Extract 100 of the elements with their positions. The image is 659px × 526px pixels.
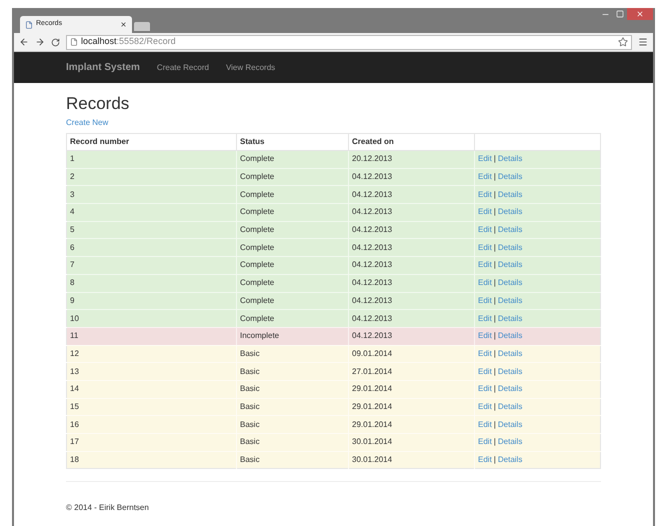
table-cell: 04.12.2013: [348, 327, 474, 346]
nav-link[interactable]: Create Record: [156, 62, 209, 74]
link-separator: |: [494, 437, 496, 446]
footer-text: © 2014 - Eirik Berntsen: [66, 503, 149, 512]
table-cell: 04.12.2013: [348, 204, 474, 222]
details-link[interactable]: Details: [498, 331, 522, 340]
details-link[interactable]: Details: [498, 420, 522, 429]
table-cell: Incomplete: [236, 327, 348, 346]
link-separator: |: [494, 207, 496, 216]
details-link[interactable]: Details: [498, 242, 522, 252]
edit-link[interactable]: Edit: [478, 207, 492, 216]
menu-icon[interactable]: [638, 37, 648, 47]
edit-link[interactable]: Edit: [478, 366, 492, 376]
table-cell: 27.01.2014: [348, 362, 474, 380]
table-cell: 13: [66, 362, 236, 380]
table-cell: Basic: [236, 380, 348, 398]
link-separator: |: [494, 242, 496, 252]
details-link[interactable]: Details: [498, 172, 522, 182]
link-separator: |: [494, 154, 496, 164]
table-cell: 20.12.2013: [348, 150, 474, 168]
edit-link[interactable]: Edit: [478, 314, 492, 323]
edit-link[interactable]: Edit: [478, 172, 492, 182]
edit-link[interactable]: Edit: [478, 437, 492, 446]
edit-link[interactable]: Edit: [478, 225, 492, 234]
edit-link[interactable]: Edit: [478, 420, 492, 429]
reload-icon[interactable]: [51, 38, 60, 46]
edit-link[interactable]: Edit: [478, 402, 492, 411]
table-cell: 10: [66, 310, 236, 328]
table-cell: 04.12.2013: [348, 256, 474, 274]
nav-link[interactable]: View Records: [226, 62, 276, 74]
details-link[interactable]: Details: [498, 207, 522, 216]
edit-link[interactable]: Edit: [478, 278, 492, 288]
column-header: Status: [236, 134, 348, 150]
edit-link[interactable]: Edit: [478, 455, 492, 464]
details-link[interactable]: Details: [498, 190, 522, 199]
create-new-link[interactable]: Create New: [66, 117, 108, 129]
details-link[interactable]: Details: [498, 348, 522, 358]
page-icon: [25, 20, 33, 28]
details-link[interactable]: Details: [498, 154, 522, 164]
edit-link[interactable]: Edit: [478, 190, 492, 199]
link-separator: |: [494, 366, 496, 376]
table-cell: 1: [66, 150, 236, 168]
details-link[interactable]: Details: [498, 366, 522, 376]
edit-link[interactable]: Edit: [478, 242, 492, 252]
edit-link[interactable]: Edit: [478, 331, 492, 340]
table-cell: 04.12.2013: [348, 274, 474, 292]
details-link[interactable]: Details: [498, 402, 522, 411]
link-separator: |: [494, 278, 496, 288]
details-link[interactable]: Details: [498, 225, 522, 234]
back-icon[interactable]: [19, 37, 29, 47]
link-separator: |: [494, 384, 496, 394]
maximize-icon[interactable]: [616, 10, 624, 18]
link-separator: |: [494, 296, 496, 305]
details-link[interactable]: Details: [498, 314, 522, 323]
link-separator: |: [494, 348, 496, 358]
table-cell: 18: [66, 451, 236, 469]
edit-link[interactable]: Edit: [478, 154, 492, 164]
close-icon[interactable]: [120, 21, 127, 28]
details-link[interactable]: Details: [498, 278, 522, 288]
page-icon: [70, 38, 78, 46]
edit-link[interactable]: Edit: [478, 260, 492, 270]
details-link[interactable]: Details: [498, 384, 522, 394]
table-cell: Basic: [236, 362, 348, 380]
details-link[interactable]: Details: [498, 260, 522, 270]
table-cell: Basic: [236, 451, 348, 469]
forward-icon[interactable]: [35, 37, 45, 47]
link-separator: |: [494, 225, 496, 234]
table-cell: 17: [66, 434, 236, 452]
address-field[interactable]: localhost:55582/Record: [66, 34, 632, 50]
column-header: Record number: [66, 134, 236, 150]
link-separator: |: [494, 402, 496, 411]
brand-link[interactable]: Implant System: [66, 60, 140, 75]
table-cell: 4: [66, 204, 236, 222]
bookmark-star-icon[interactable]: [618, 37, 628, 47]
table-cell: 30.01.2014: [348, 451, 474, 469]
page-heading: Records: [66, 94, 130, 114]
table-cell: 04.12.2013: [348, 310, 474, 328]
link-separator: |: [494, 455, 496, 464]
table-cell: Complete: [236, 310, 348, 328]
edit-link[interactable]: Edit: [478, 296, 492, 305]
edit-link[interactable]: Edit: [478, 384, 492, 394]
table-cell: 29.01.2014: [348, 380, 474, 398]
table-cell: 11: [66, 327, 236, 346]
close-icon: [636, 10, 644, 18]
column-header: Created on: [348, 134, 474, 150]
table-cell: Complete: [236, 204, 348, 222]
link-separator: |: [494, 420, 496, 429]
table-cell: Basic: [236, 434, 348, 452]
edit-link[interactable]: Edit: [478, 348, 492, 358]
details-link[interactable]: Details: [498, 455, 522, 464]
link-separator: |: [494, 190, 496, 199]
table-cell: 30.01.2014: [348, 434, 474, 452]
table-cell: Complete: [236, 274, 348, 292]
link-separator: |: [494, 172, 496, 182]
table-cell: 8: [66, 274, 236, 292]
details-link[interactable]: Details: [498, 296, 522, 305]
link-separator: |: [494, 314, 496, 323]
table-cell: 7: [66, 256, 236, 274]
details-link[interactable]: Details: [498, 437, 522, 446]
table-cell: 14: [66, 380, 236, 398]
